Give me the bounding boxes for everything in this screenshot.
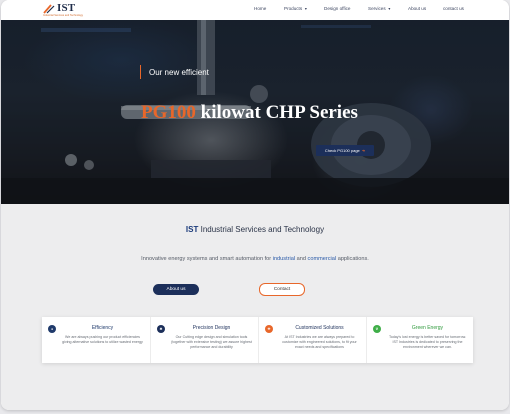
commercial-link[interactable]: commercial [308,256,337,262]
industrial-link[interactable]: industrial [273,256,295,262]
nav-item-contact-us[interactable]: contact us [443,6,464,11]
bulb-icon: ● [48,325,56,333]
feature-card-efficiency: ● Efficiency We are always pushing our p… [42,317,149,363]
nav-item-label: Design office [324,6,351,11]
logo-tagline: Industrial Services and Technology [43,14,84,17]
chevron-down-icon: ▼ [387,7,392,11]
section-title: IST Industrial Services and Technology [1,225,509,234]
nav-item-label: About us [408,6,427,11]
feature-card-green-energy: ❦ Green Energy Today's lost energy is be… [366,317,474,363]
browser-page: IST Industrial Services and Technology H… [1,0,509,410]
arrow-right-icon: ➜ [361,148,366,153]
feature-card-precision-design: ✱ Precision Design Our Cutting edge desi… [150,317,258,363]
gear-icon: ✱ [157,325,165,333]
subtitle-text: and [295,256,308,262]
nav-item-label: Products [284,6,303,11]
about-us-button[interactable]: About us [153,284,199,295]
nav-item-label: contact us [443,6,464,11]
check-pg100-button[interactable]: Check PG100 page ➜ [316,145,374,156]
nav-item-design-office[interactable]: Design office [324,6,350,11]
subtitle-text: applications. [336,256,369,262]
feature-description: At IST Industries we are always prepared… [282,335,357,349]
section-title-brand: IST [185,225,199,234]
hero-accent-bar [140,65,141,79]
nav-item-about-us[interactable]: About us [408,6,426,11]
feature-title: Green Energy [411,325,444,331]
wrench-icon: ✚ [265,325,273,333]
section-subtitle: Innovative energy systems and smart auto… [1,256,509,262]
chevron-down-icon: ▼ [304,7,308,11]
feature-description: Our Cutting edge design and simulation t… [171,335,252,349]
hero-title: PG100 kilowat CHP Series [141,102,358,124]
nav-item-label: Home [254,6,267,11]
leaf-icon: ❦ [373,325,381,333]
section-title-text: Industrial Services and Technology [198,225,325,234]
logo[interactable]: IST Industrial Services and Technology [43,2,103,18]
feature-description: Today's lost energy is better saved for … [389,335,466,349]
check-pg100-button-label: Check PG100 page [324,148,360,153]
nav-item-products[interactable]: Products ▼ [284,6,308,11]
hero-title-accent: PG100 [141,102,196,123]
feature-card-customized-solutions: ✚ Customized Solutions At IST Industries… [258,317,366,363]
feature-description: We are always pushing our product effici… [62,335,143,344]
intro-section: IST Industrial Services and Technology I… [1,204,509,410]
feature-title: Efficiency [91,325,114,331]
nav-item-home[interactable]: Home [254,6,266,11]
subtitle-text: Innovative energy systems and smart auto… [141,256,273,262]
nav-item-services[interactable]: Services ▼ [368,6,391,11]
nav-item-label: Services [368,6,386,11]
top-navbar: IST Industrial Services and Technology H… [1,0,509,20]
hero-banner: Our new efficient PG100 kilowat CHP Seri… [1,20,509,204]
logo-text: IST [57,2,76,14]
feature-title: Precision Design [192,325,231,331]
contact-button[interactable]: Contact [259,283,305,296]
hero-kicker: Our new efficient [149,68,209,77]
hero-title-rest: kilowat CHP Series [195,102,358,123]
features-strip: ● Efficiency We are always pushing our p… [42,317,473,363]
feature-title: Customized Solutions [295,325,344,331]
